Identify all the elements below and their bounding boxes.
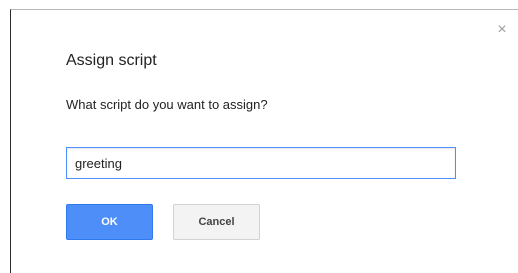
ok-button[interactable]: OK: [66, 204, 153, 240]
cancel-button[interactable]: Cancel: [173, 204, 260, 240]
script-name-input[interactable]: [66, 147, 456, 179]
close-icon[interactable]: ×: [495, 22, 509, 38]
assign-script-dialog: × Assign script What script do you want …: [10, 9, 518, 273]
dialog-prompt: What script do you want to assign?: [66, 97, 268, 112]
dialog-title: Assign script: [66, 52, 157, 69]
